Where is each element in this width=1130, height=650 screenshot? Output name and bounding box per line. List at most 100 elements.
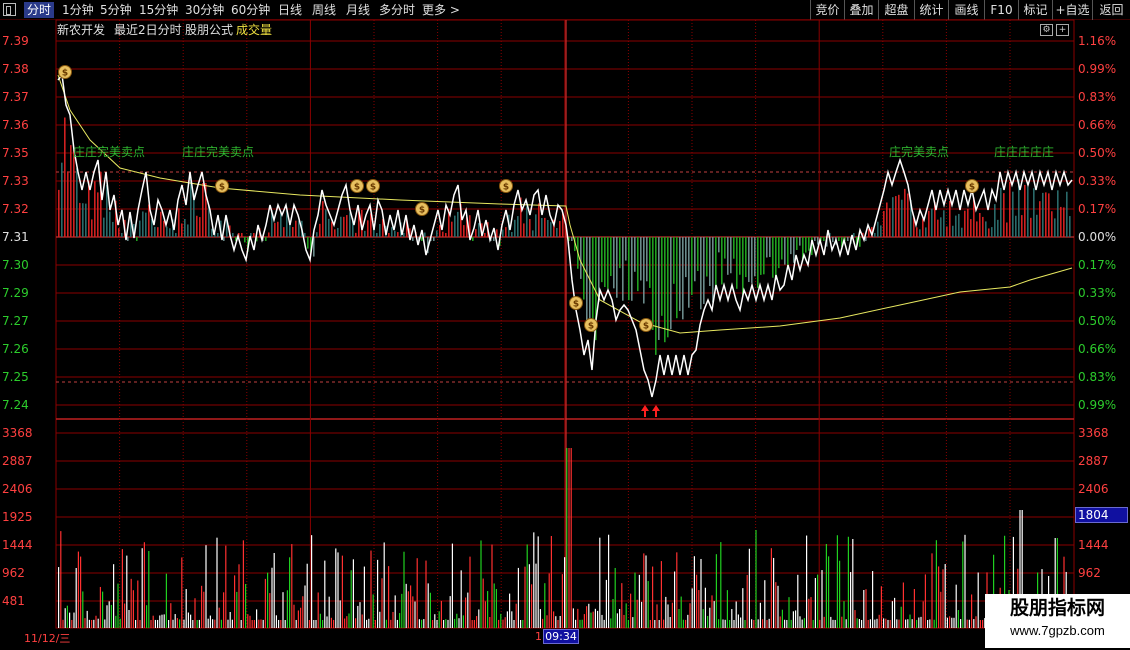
macd-bar	[166, 226, 168, 237]
macd-bar	[838, 237, 840, 241]
pct-axis-label: 0.17%	[1078, 202, 1117, 216]
volume-bar	[58, 567, 60, 628]
volume-bar	[812, 619, 814, 628]
intraday-chart[interactable]: $ $ $ $ $ $ $ $ $ $ 庄庄完美卖点 庄庄完美卖点 庄完美卖点 庄庄庄庄庄	[0, 0, 1130, 650]
volume-bar	[878, 614, 880, 628]
volume-bar	[810, 597, 812, 628]
macd-bar	[94, 181, 96, 237]
macd-bar	[331, 221, 333, 237]
macd-bar	[478, 223, 480, 237]
volume-bar	[315, 619, 317, 628]
volume-bar	[817, 574, 819, 628]
macd-bar	[544, 217, 546, 237]
volume-bar	[135, 620, 137, 628]
volume-bar	[355, 618, 357, 628]
volume-bar	[797, 574, 799, 628]
macd-bar	[175, 233, 177, 237]
volume-bar	[506, 611, 508, 628]
macd-bar	[679, 237, 681, 311]
macd-bar	[655, 237, 657, 355]
macd-bar	[673, 237, 675, 284]
volume-bar	[108, 601, 110, 628]
volume-bar	[905, 619, 907, 628]
volume-bar	[392, 611, 394, 628]
volume-bar	[110, 604, 112, 628]
volume-bar	[742, 588, 744, 628]
volume-bar	[73, 612, 75, 628]
volume-bar	[143, 542, 145, 628]
volume-bar	[676, 552, 678, 628]
volume-bar	[548, 573, 550, 628]
volume-bar	[575, 619, 577, 628]
volume-bar	[806, 535, 808, 628]
macd-bar	[922, 218, 924, 237]
volume-bar	[669, 616, 671, 628]
macd-bar	[451, 221, 453, 237]
volume-bar	[830, 616, 832, 628]
macd-bar	[958, 213, 960, 237]
volume-axis-label: 2887	[1078, 454, 1109, 468]
volume-bar	[407, 591, 409, 628]
macd-bar	[1045, 192, 1047, 237]
volume-bar	[381, 578, 383, 628]
volume-bar	[150, 619, 152, 628]
macd-bar	[931, 208, 933, 237]
macd-bar	[784, 237, 786, 265]
macd-bar	[103, 217, 105, 237]
volume-bar	[839, 560, 841, 628]
volume-bar	[198, 619, 200, 628]
volume-bar	[660, 561, 662, 628]
volume-bar	[77, 551, 79, 628]
macd-bar	[700, 237, 702, 310]
macd-bar	[991, 227, 993, 237]
volume-bar	[790, 619, 792, 628]
macd-bar	[391, 227, 393, 237]
macd-bar	[463, 225, 465, 237]
macd-bar	[1030, 217, 1032, 237]
volume-bar	[828, 556, 830, 628]
volume-bar	[359, 602, 361, 628]
macd-bar	[742, 237, 744, 295]
volume-bar	[737, 614, 739, 628]
date-label: 11/12/三	[24, 632, 71, 645]
macd-bar	[325, 209, 327, 237]
macd-bar	[625, 237, 627, 261]
volume-bar	[146, 605, 148, 628]
macd-bar	[550, 222, 552, 237]
volume-bar	[652, 566, 654, 628]
volume-bar	[124, 603, 126, 628]
volume-bar	[326, 616, 328, 628]
volume-bar	[955, 584, 957, 628]
volume-bar	[91, 619, 93, 628]
volume-bar	[854, 610, 856, 628]
macd-bar	[580, 237, 582, 279]
volume-bar	[403, 551, 405, 628]
volume-bar	[786, 619, 788, 628]
macd-bar	[733, 237, 735, 259]
volume-bar	[808, 598, 810, 628]
volume-bar	[555, 616, 557, 628]
macd-bar	[883, 210, 885, 237]
macd-bar	[946, 226, 948, 237]
volume-bar	[865, 589, 867, 628]
price-axis-label: 7.38	[2, 62, 29, 76]
volume-bar	[586, 606, 588, 628]
macd-bar	[421, 237, 423, 241]
macd-bar	[1033, 188, 1035, 237]
volume-bar	[322, 619, 324, 628]
volume-bar	[317, 592, 319, 628]
macd-bar	[412, 237, 414, 241]
volume-bar	[394, 595, 396, 628]
volume-axis-label: 2406	[1078, 482, 1109, 496]
macd-bar	[1000, 187, 1002, 237]
macd-bar	[541, 218, 543, 237]
volume-bar	[944, 564, 946, 628]
volume-bar	[744, 620, 746, 628]
volume-bar	[511, 611, 513, 628]
volume-bar	[168, 619, 170, 628]
macd-bar	[97, 192, 99, 237]
settings-mini-icon[interactable]: ⚙	[1040, 24, 1053, 36]
pct-axis-label: 0.50%	[1078, 314, 1117, 328]
macd-bar	[967, 208, 969, 237]
expand-mini-icon[interactable]: +	[1056, 24, 1069, 36]
